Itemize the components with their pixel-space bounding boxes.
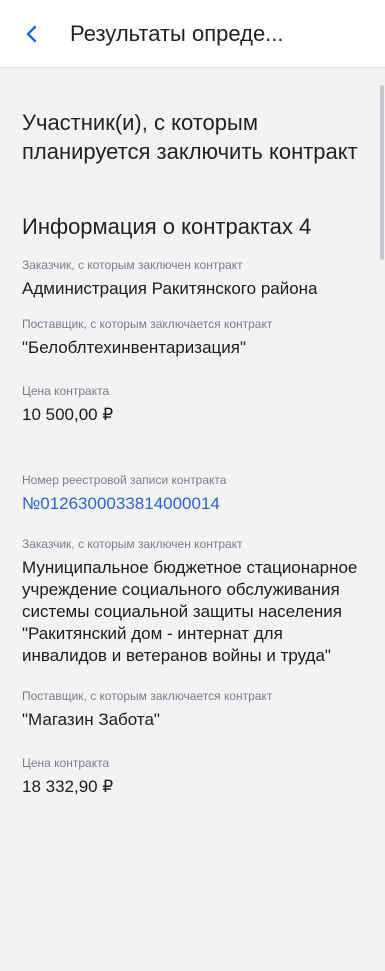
registry-number-link[interactable]: №0126300033814000014 bbox=[22, 493, 367, 515]
supplier-value: "Белоблтехинвентаризация" bbox=[22, 338, 247, 357]
chevron-left-icon bbox=[26, 25, 37, 42]
customer-label: Заказчик, с которым заключен контракт bbox=[22, 258, 243, 272]
app-header: Результаты опреде... bbox=[0, 0, 385, 68]
registry-field: Номер реестровой записи контракта №01263… bbox=[22, 473, 367, 515]
page-title: Результаты опреде... bbox=[70, 20, 284, 46]
price-field: Цена контракта 18 332,90 ₽ bbox=[22, 756, 367, 798]
back-button[interactable] bbox=[12, 14, 52, 54]
contracts-heading: Информация о контрактах 4 bbox=[22, 214, 312, 239]
supplier-label: Поставщик, с которым заключается контрак… bbox=[22, 317, 273, 331]
customer-label: Заказчик, с которым заключен контракт bbox=[22, 537, 243, 551]
customer-value: Администрация Ракитянского района bbox=[22, 279, 318, 298]
supplier-value: "Магазин Забота" bbox=[22, 710, 160, 729]
contract-card: Номер реестровой записи контракта №01263… bbox=[22, 473, 367, 798]
main-content: Участник(и), с которым планируется заклю… bbox=[22, 68, 367, 798]
price-label: Цена контракта bbox=[22, 384, 110, 398]
price-field: Цена контракта 10 500,00 ₽ bbox=[22, 384, 367, 426]
price-label: Цена контракта bbox=[22, 756, 110, 770]
supplier-field: Поставщик, с которым заключается контрак… bbox=[22, 689, 367, 731]
price-value: 10 500,00 ₽ bbox=[22, 405, 114, 424]
participant-title: Участник(и), с которым планируется заклю… bbox=[22, 110, 358, 164]
price-value: 18 332,90 ₽ bbox=[22, 777, 114, 796]
contract-card: Заказчик, с которым заключен контракт Ад… bbox=[22, 258, 367, 426]
customer-field: Заказчик, с которым заключен контракт Му… bbox=[22, 537, 367, 667]
customer-field: Заказчик, с которым заключен контракт Ад… bbox=[22, 258, 367, 300]
supplier-field: Поставщик, с которым заключается контрак… bbox=[22, 317, 367, 359]
registry-label: Номер реестровой записи контракта bbox=[22, 473, 227, 487]
customer-value: Муниципальное бюджетное стационарное учр… bbox=[22, 558, 358, 665]
scrollbar[interactable] bbox=[380, 85, 384, 260]
supplier-label: Поставщик, с которым заключается контрак… bbox=[22, 689, 273, 703]
